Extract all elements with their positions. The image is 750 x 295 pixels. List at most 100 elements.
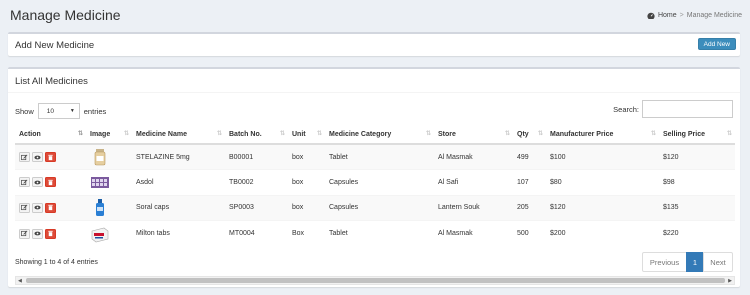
edit-button[interactable] bbox=[19, 202, 30, 213]
trash-icon bbox=[48, 230, 53, 237]
delete-button[interactable] bbox=[45, 228, 56, 239]
category-cell: Capsules bbox=[325, 169, 434, 195]
manufacturer-price-cell: $120 bbox=[546, 194, 659, 221]
category-cell: Tablet bbox=[325, 143, 434, 170]
entries-length-select[interactable]: 10 ▼ bbox=[37, 103, 80, 119]
action-cell bbox=[15, 220, 86, 246]
sort-icon: ⇅ bbox=[425, 131, 431, 137]
medicine-list-box: List All Medicines Show 10 ▼ entries Sea… bbox=[8, 67, 740, 287]
manufacturer-price-cell: $100 bbox=[546, 143, 659, 170]
next-page-button[interactable]: Next bbox=[703, 252, 733, 272]
edit-button[interactable] bbox=[19, 152, 30, 162]
sort-icon: ⇅ bbox=[650, 131, 656, 137]
manufacturer-price-cell: $200 bbox=[546, 220, 659, 246]
column-header-store[interactable]: Store ⇅ bbox=[434, 125, 513, 145]
add-medicine-title: Add New Medicine bbox=[15, 40, 95, 51]
table-row: Soral caps SP0003 box Capsules Lantern S… bbox=[15, 194, 735, 221]
store-cell: Al Masmak bbox=[434, 220, 513, 246]
sort-icon: ⇅ bbox=[77, 131, 83, 137]
entries-length-value: 10 bbox=[46, 107, 54, 115]
category-cell: Capsules bbox=[325, 194, 434, 221]
delete-button[interactable] bbox=[45, 152, 56, 162]
medicine-box-icon bbox=[91, 227, 109, 242]
selling-price-cell: $220 bbox=[659, 220, 735, 246]
medicine-bottle-icon bbox=[94, 149, 106, 166]
selling-price-cell: $135 bbox=[659, 194, 735, 221]
chevron-down-icon: ▼ bbox=[69, 108, 75, 114]
column-header-action[interactable]: Action ⇅ bbox=[15, 125, 86, 145]
edit-button[interactable] bbox=[19, 228, 30, 239]
sort-icon: ⇅ bbox=[123, 131, 129, 137]
delete-button[interactable] bbox=[45, 177, 56, 188]
column-header-image[interactable]: Image ⇅ bbox=[86, 125, 132, 145]
qty-cell: 500 bbox=[513, 220, 546, 246]
breadcrumb: Home > Manage Medicine bbox=[647, 12, 742, 19]
manufacturer-price-cell: $80 bbox=[546, 169, 659, 195]
qty-cell: 499 bbox=[513, 143, 546, 170]
page-1-button[interactable]: 1 bbox=[686, 252, 704, 272]
breadcrumb-separator: > bbox=[679, 12, 684, 19]
edit-icon bbox=[21, 154, 28, 160]
column-header-manufacturer-price[interactable]: Manufacturer Price ⇅ bbox=[546, 125, 659, 145]
trash-icon bbox=[48, 154, 53, 160]
medicine-name-cell: Soral caps bbox=[132, 194, 225, 221]
edit-icon bbox=[21, 230, 28, 237]
column-header-qty[interactable]: Qty ⇅ bbox=[513, 125, 546, 145]
medicine-spray-icon bbox=[96, 198, 104, 216]
view-button[interactable] bbox=[32, 177, 43, 188]
breadcrumb-home-link[interactable]: Home bbox=[658, 12, 677, 19]
sort-icon: ⇅ bbox=[537, 131, 543, 137]
trash-icon bbox=[48, 205, 53, 211]
unit-cell: box bbox=[288, 194, 325, 221]
delete-button[interactable] bbox=[45, 202, 56, 213]
image-cell bbox=[86, 143, 132, 170]
scrollbar-thumb[interactable] bbox=[26, 278, 725, 283]
batch-no-cell: MT0004 bbox=[225, 220, 288, 246]
edit-icon bbox=[21, 179, 28, 185]
pagination: Previous 1 Next bbox=[642, 252, 733, 272]
eye-icon bbox=[34, 205, 41, 210]
column-header-category[interactable]: Medicine Category ⇅ bbox=[325, 125, 434, 145]
sort-icon: ⇅ bbox=[504, 131, 510, 137]
column-header-selling-price[interactable]: Selling Price ⇅ bbox=[659, 125, 735, 145]
scroll-right-icon[interactable]: ▶ bbox=[728, 278, 732, 284]
search-input[interactable] bbox=[642, 100, 733, 118]
page-header: Manage Medicine Home > Manage Medicine bbox=[0, 0, 750, 32]
selling-price-cell: $120 bbox=[659, 143, 735, 170]
selling-price-cell: $98 bbox=[659, 169, 735, 195]
eye-icon bbox=[34, 180, 41, 185]
previous-page-button[interactable]: Previous bbox=[642, 252, 687, 272]
column-header-medicine-name[interactable]: Medicine Name ⇅ bbox=[132, 125, 225, 145]
action-cell bbox=[15, 143, 86, 170]
edit-button[interactable] bbox=[19, 177, 30, 188]
column-header-batch-no[interactable]: Batch No. ⇅ bbox=[225, 125, 288, 145]
show-label: Show bbox=[15, 106, 34, 116]
add-new-button[interactable]: Add New bbox=[697, 38, 736, 50]
sort-icon: ⇅ bbox=[316, 131, 322, 137]
eye-icon bbox=[34, 231, 41, 236]
trash-icon bbox=[48, 179, 53, 185]
unit-cell: box bbox=[288, 169, 325, 195]
batch-no-cell: B00001 bbox=[225, 143, 288, 170]
table-row: Asdol TB0002 box Capsules Al Safi 107 $8… bbox=[15, 169, 735, 195]
action-cell bbox=[15, 169, 86, 195]
scroll-left-icon[interactable]: ◀ bbox=[18, 278, 22, 284]
view-button[interactable] bbox=[32, 152, 43, 162]
view-button[interactable] bbox=[32, 202, 43, 213]
horizontal-scrollbar[interactable]: ◀ ▶ bbox=[15, 276, 735, 285]
store-cell: Al Masmak bbox=[434, 143, 513, 170]
sort-icon: ⇅ bbox=[279, 131, 285, 137]
table-row: Milton tabs MT0004 Box Tablet Al Masmak … bbox=[15, 220, 735, 246]
dashboard-icon bbox=[647, 12, 655, 19]
batch-no-cell: SP0003 bbox=[225, 194, 288, 221]
medicine-table: Action ⇅ Image ⇅ Medicine Name ⇅ Batch No. ⇅… bbox=[15, 125, 735, 246]
view-button[interactable] bbox=[32, 228, 43, 239]
medicine-name-cell: Asdol bbox=[132, 169, 225, 195]
medicine-pack-icon bbox=[91, 177, 109, 189]
medicine-name-cell: STELAZINE 5mg bbox=[132, 143, 225, 170]
unit-cell: Box bbox=[288, 220, 325, 246]
eye-icon bbox=[34, 155, 41, 159]
batch-no-cell: TB0002 bbox=[225, 169, 288, 195]
image-cell bbox=[86, 194, 132, 221]
column-header-unit[interactable]: Unit ⇅ bbox=[288, 125, 325, 145]
